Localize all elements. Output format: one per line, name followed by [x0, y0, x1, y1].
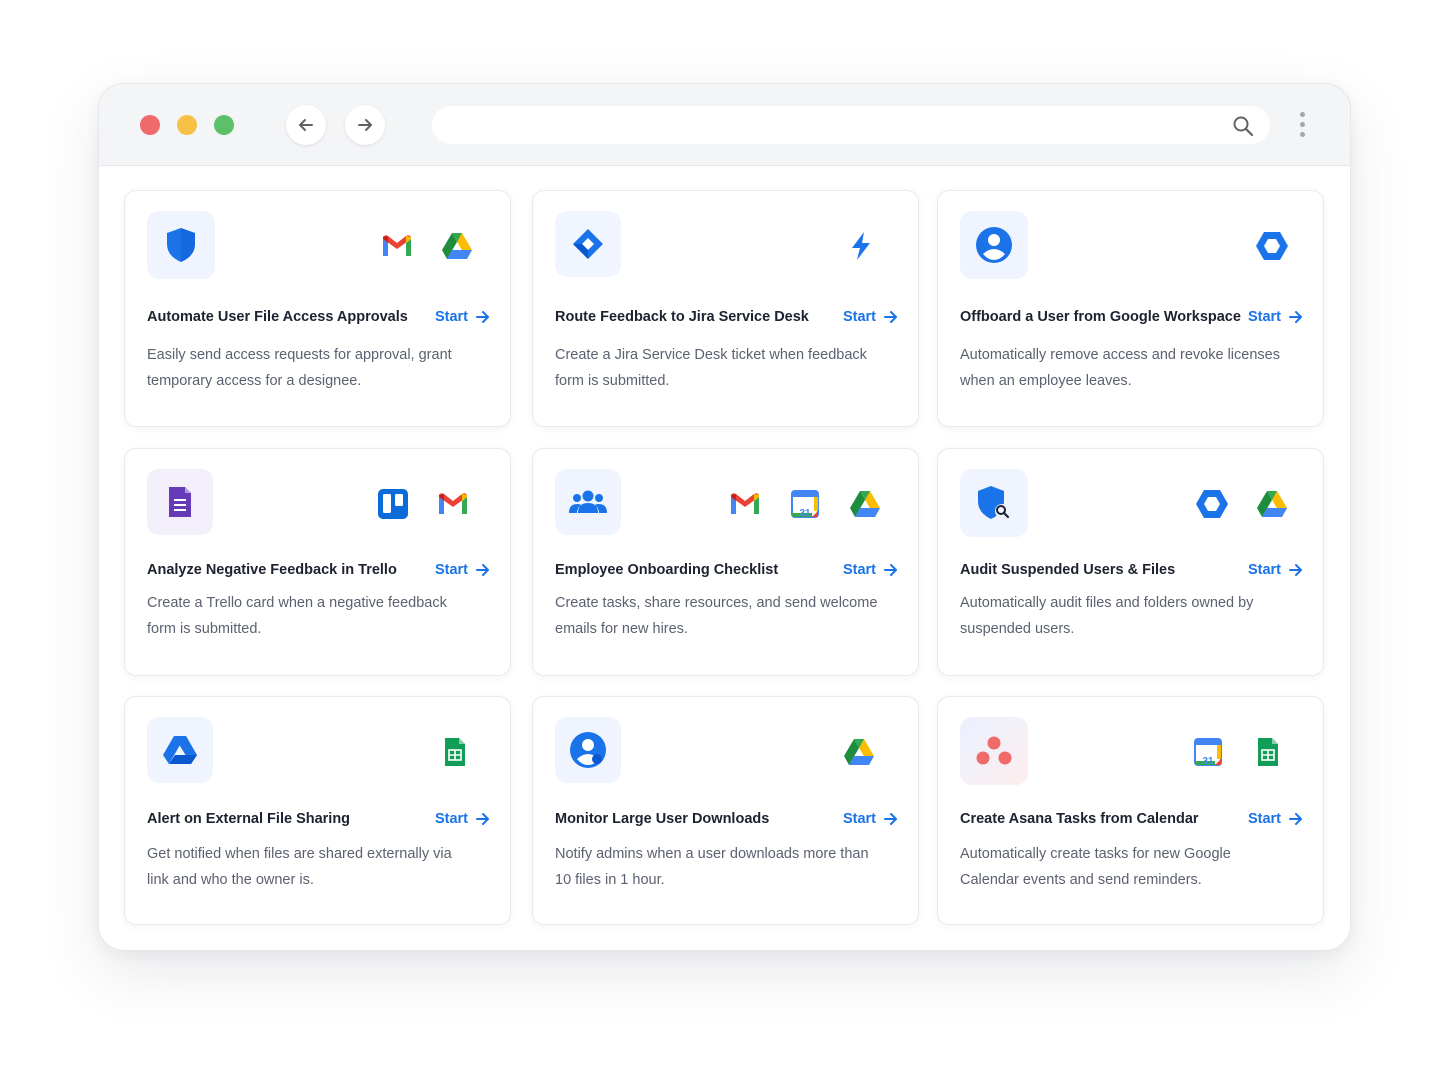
card-title: Route Feedback to Jira Service Desk — [555, 309, 809, 325]
maximize-window-dot[interactable] — [214, 115, 234, 135]
workflow-card[interactable]: Monitor Large User Downloads Start Notif… — [532, 696, 919, 925]
jira-icon — [573, 229, 603, 259]
google-workspace-icon — [1195, 487, 1229, 521]
google-calendar-icon: 31 — [788, 487, 822, 521]
arrow-right-icon — [1289, 311, 1302, 323]
card-title: Automate User File Access Approvals — [147, 309, 408, 325]
back-button[interactable] — [286, 105, 326, 145]
google-sheets-icon — [1251, 735, 1285, 769]
google-drive-icon — [440, 229, 474, 263]
app-tile — [960, 717, 1028, 785]
card-description: Create a Jira Service Desk ticket when f… — [555, 347, 867, 389]
google-sheets-icon — [438, 735, 472, 769]
app-tile — [960, 469, 1028, 537]
gmail-icon — [380, 229, 414, 263]
card-title: Analyze Negative Feedback in Trello — [147, 562, 397, 578]
arrow-right-icon — [476, 813, 489, 825]
gmail-icon — [728, 487, 762, 521]
arrow-right-icon — [884, 564, 897, 576]
card-description: Automatically audit files and folders ow… — [960, 595, 1254, 637]
workflow-card[interactable]: Audit Suspended Users & Files Start Auto… — [937, 448, 1324, 676]
card-description: Create a Trello card when a negative fee… — [147, 595, 447, 637]
start-button[interactable]: Start — [435, 811, 490, 827]
workflow-card[interactable]: Offboard a User from Google Workspace St… — [937, 190, 1324, 427]
user-download-icon — [570, 732, 606, 768]
card-description: Automatically remove access and revoke l… — [960, 347, 1280, 389]
card-title: Employee Onboarding Checklist — [555, 562, 779, 578]
google-drive-icon — [1255, 487, 1289, 521]
users-group-icon — [569, 490, 607, 513]
shield-search-icon — [978, 486, 1010, 519]
browser-window: Automate User File Access Approvals Star… — [98, 83, 1351, 951]
workflow-card[interactable]: Alert on External File Sharing Start Get… — [124, 696, 511, 925]
google-workspace-icon — [1255, 229, 1289, 263]
arrow-right-icon — [476, 564, 489, 576]
arrow-right-icon — [1289, 813, 1302, 825]
user-circle-icon — [976, 227, 1012, 263]
start-button[interactable]: Start — [843, 811, 898, 827]
arrow-left-icon — [299, 119, 313, 131]
arrow-right-icon — [476, 311, 489, 323]
lightning-icon — [844, 229, 878, 263]
card-description: Notify admins when a user downloads more… — [555, 846, 869, 888]
start-button[interactable]: Start — [843, 562, 898, 578]
card-title: Offboard a User from Google Workspace — [960, 309, 1241, 325]
search-icon[interactable] — [1232, 115, 1254, 137]
gmail-icon — [436, 487, 470, 521]
card-description: Automatically create tasks for new Googl… — [960, 846, 1231, 888]
shield-icon — [167, 228, 195, 262]
google-drive-icon — [842, 735, 876, 769]
workflow-card[interactable]: 31 Create Asana Tasks from Calendar Star… — [937, 696, 1324, 925]
more-options-icon[interactable] — [1295, 112, 1309, 140]
arrow-right-icon — [358, 119, 372, 131]
app-tile — [147, 469, 213, 535]
start-button[interactable]: Start — [435, 309, 490, 325]
google-drive-mono-icon — [163, 736, 197, 764]
app-tile — [555, 211, 621, 277]
forward-button[interactable] — [345, 105, 385, 145]
google-forms-icon — [169, 487, 191, 517]
card-title: Audit Suspended Users & Files — [960, 562, 1176, 578]
card-description: Get notified when files are shared exter… — [147, 846, 452, 888]
app-tile — [555, 717, 621, 783]
workflow-card[interactable]: Analyze Negative Feedback in Trello Star… — [124, 448, 511, 676]
arrow-right-icon — [884, 813, 897, 825]
app-tile — [555, 469, 621, 535]
card-title: Monitor Large User Downloads — [555, 811, 770, 827]
google-calendar-icon: 31 — [1191, 735, 1225, 769]
address-bar[interactable] — [432, 106, 1270, 144]
start-button[interactable]: Start — [1248, 309, 1303, 325]
arrow-right-icon — [884, 311, 897, 323]
app-tile — [147, 211, 215, 279]
google-drive-icon — [848, 487, 882, 521]
card-description: Create tasks, share resources, and send … — [555, 595, 878, 637]
app-tile — [147, 717, 213, 783]
trello-icon — [376, 487, 410, 521]
start-button[interactable]: Start — [1248, 811, 1303, 827]
card-title: Create Asana Tasks from Calendar — [960, 811, 1199, 827]
workflow-card[interactable]: 31 Employee Onboarding Checklist Start C… — [532, 448, 919, 676]
asana-icon — [976, 736, 1012, 765]
minimize-window-dot[interactable] — [177, 115, 197, 135]
card-title: Alert on External File Sharing — [147, 811, 351, 827]
browser-toolbar — [99, 84, 1350, 166]
app-tile — [960, 211, 1028, 279]
card-description: Easily send access requests for approval… — [147, 347, 452, 389]
workflow-card[interactable]: Route Feedback to Jira Service Desk Star… — [532, 190, 919, 427]
workflow-card[interactable]: Automate User File Access Approvals Star… — [124, 190, 511, 427]
start-button[interactable]: Start — [435, 562, 490, 578]
start-button[interactable]: Start — [843, 309, 898, 325]
close-window-dot[interactable] — [140, 115, 160, 135]
start-button[interactable]: Start — [1248, 562, 1303, 578]
arrow-right-icon — [1289, 564, 1302, 576]
